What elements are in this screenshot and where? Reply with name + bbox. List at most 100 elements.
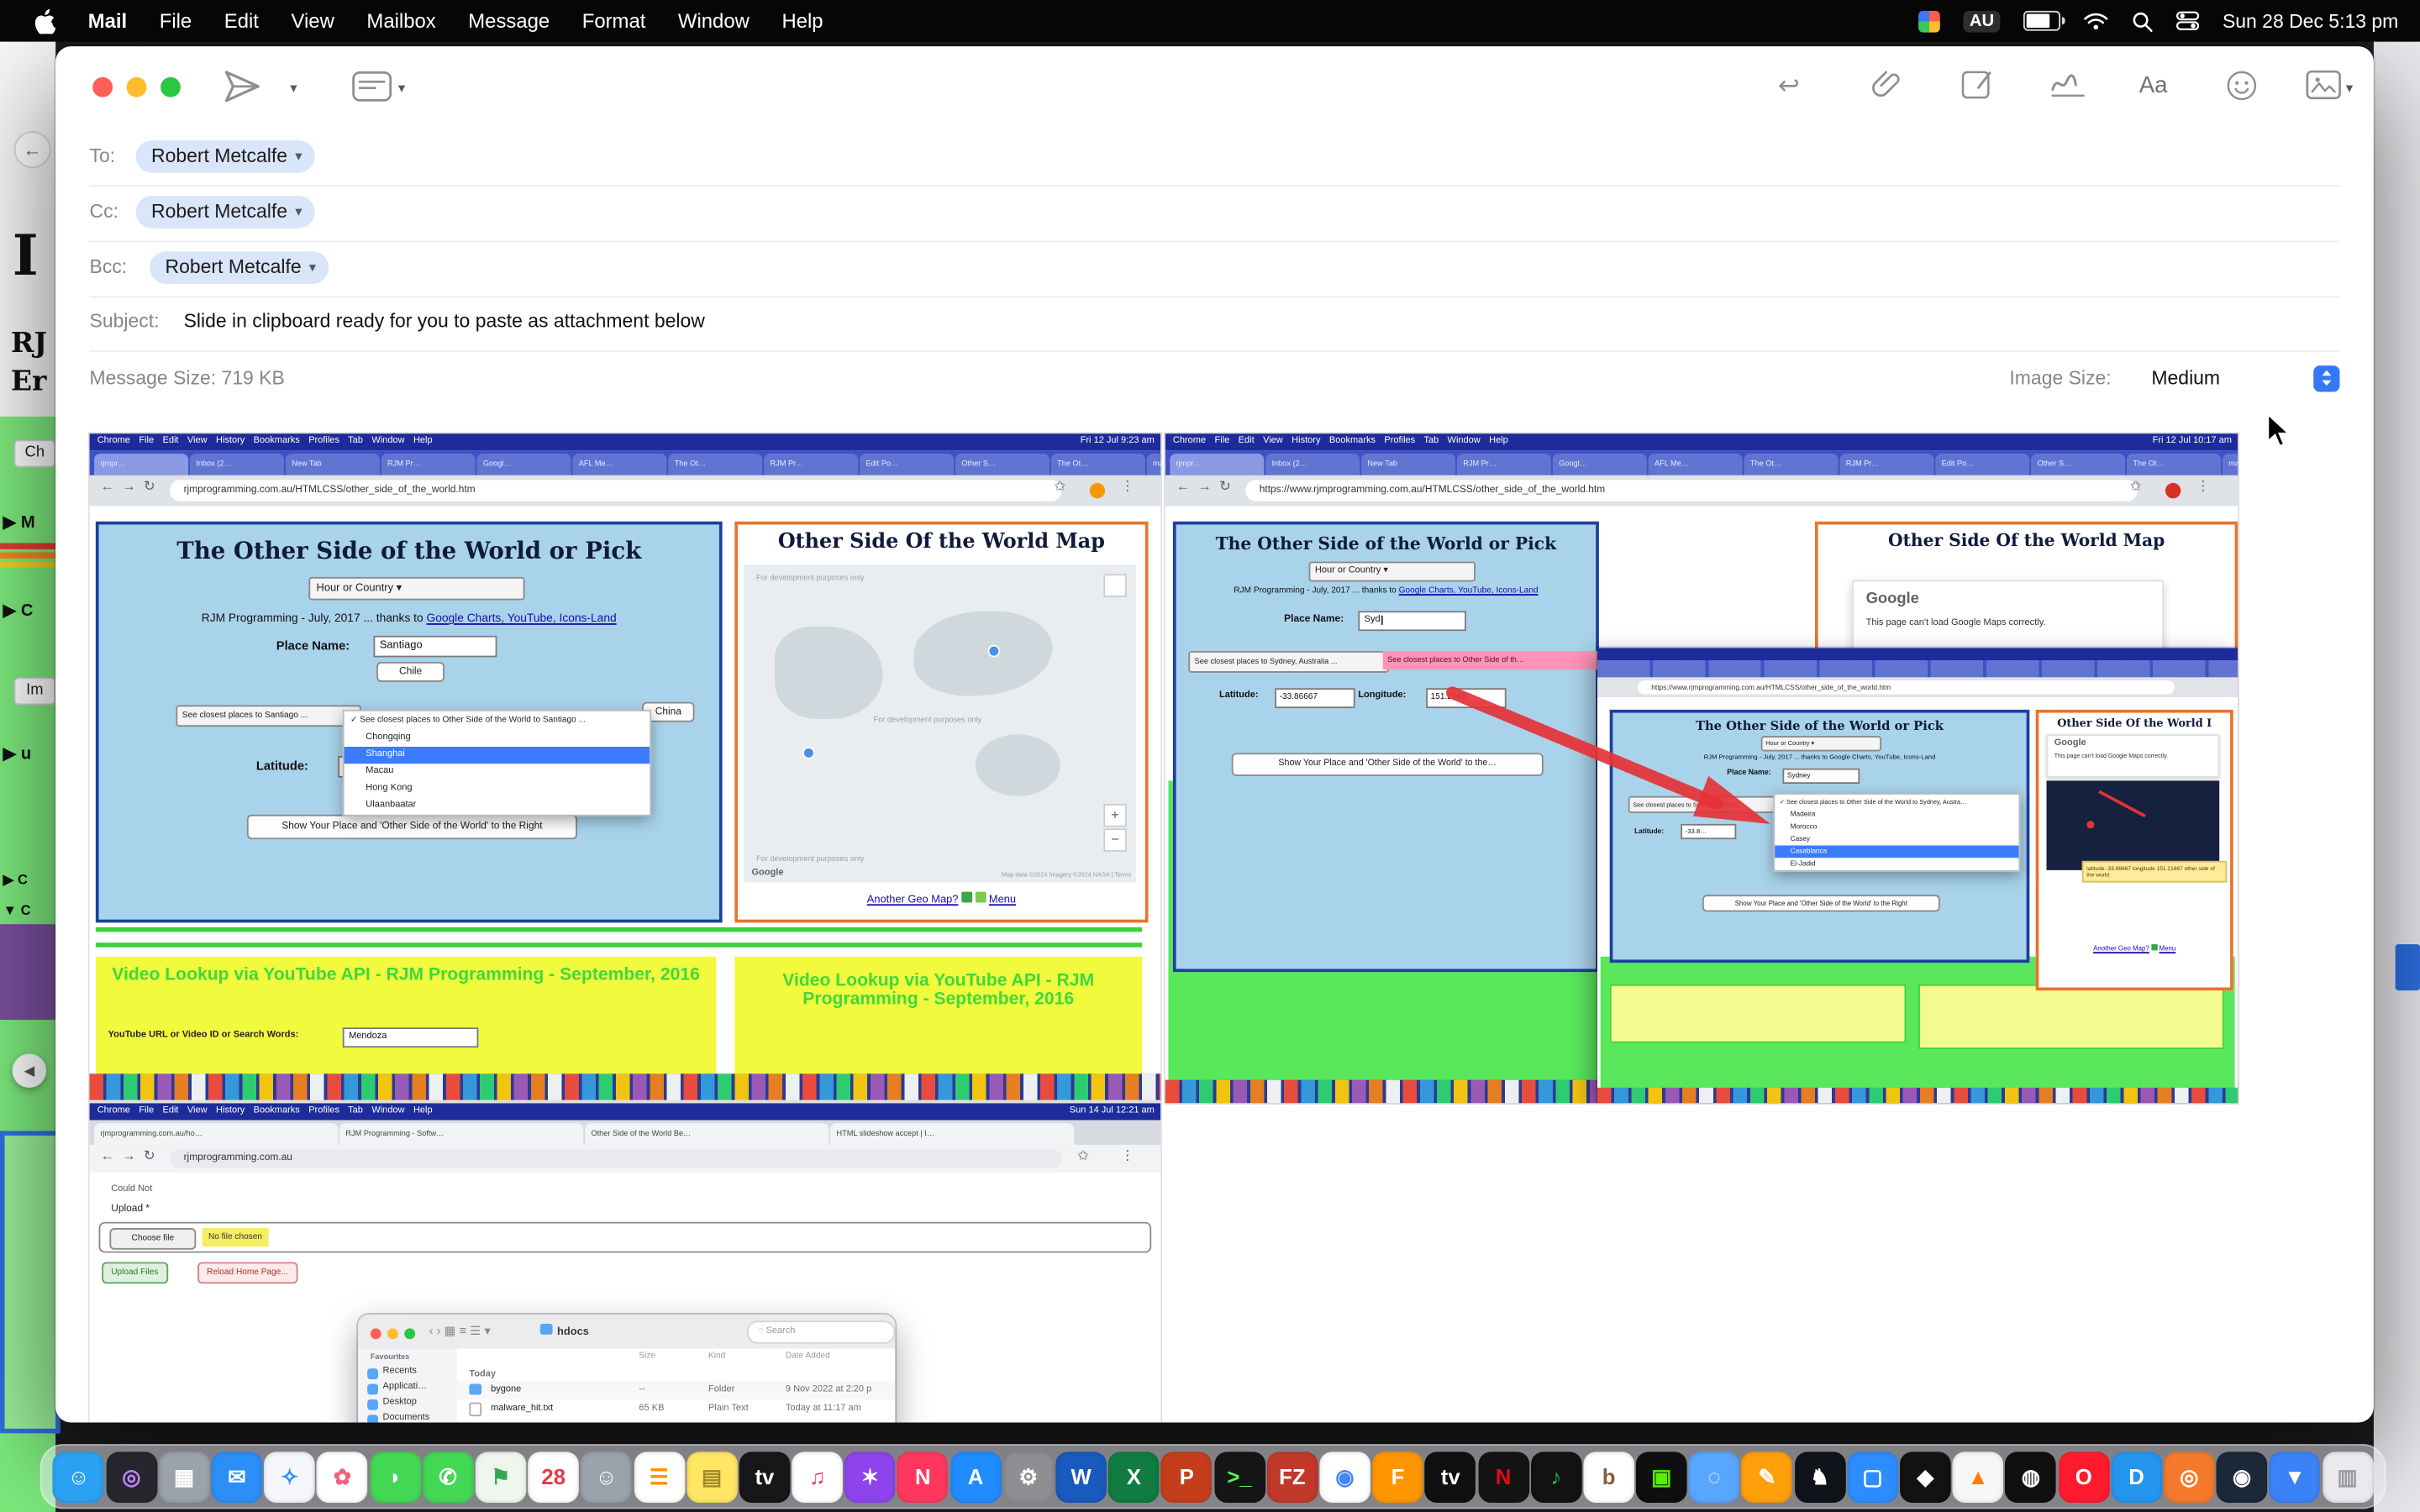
finder-sidebar-item[interactable]: Documents: [358, 1410, 457, 1423]
browser-tab[interactable]: RJM Pr…: [1839, 454, 1933, 475]
finder-row[interactable]: bygone--Folder9 Nov 2022 at 2:20 p: [457, 1381, 896, 1399]
dock-icon[interactable]: ⚙: [1003, 1451, 1055, 1502]
zoom-out-button[interactable]: −: [1103, 828, 1127, 852]
header-fields-button[interactable]: [352, 71, 392, 109]
video-search-input[interactable]: Mendoza: [343, 1027, 479, 1047]
profile-avatar[interactable]: [2165, 483, 2181, 498]
background-im-chip[interactable]: Im: [14, 677, 56, 705]
finder-row[interactable]: malware_hit.txt65 KBPlain TextToday at 1…: [457, 1399, 896, 1418]
close-window-button[interactable]: [92, 77, 113, 97]
extensions-icon[interactable]: ✩: [1054, 478, 1065, 495]
credit-links[interactable]: Google Charts, YouTube, Icons-Land: [426, 611, 616, 625]
dock-icon[interactable]: F: [1372, 1451, 1423, 1502]
dropdown-item[interactable]: Macau: [345, 764, 650, 780]
dock-icon[interactable]: ◉: [2217, 1451, 2268, 1502]
dropdown-item[interactable]: Casey: [1775, 833, 2018, 846]
dock-icon[interactable]: N: [1478, 1451, 1529, 1502]
dock-icon[interactable]: ◎: [106, 1451, 157, 1502]
menu-bar-item[interactable]: Format: [582, 9, 646, 33]
dock-icon[interactable]: ♫: [792, 1451, 843, 1502]
overflow-menu-icon[interactable]: ⋮: [1120, 478, 1134, 495]
reload-icon[interactable]: ↻: [144, 478, 155, 495]
finder-close-button[interactable]: [371, 1328, 381, 1339]
geo-map-link[interactable]: Another Geo Map?: [2093, 944, 2149, 952]
browser-tab[interactable]: RJM Pr…: [381, 454, 476, 475]
zoom-window-button[interactable]: [160, 77, 181, 97]
shot3-place-input[interactable]: Syd: [1358, 611, 1466, 631]
shot3-url-bar[interactable]: https://www.rjmprogramming.com.au/HTMLCS…: [1245, 480, 2138, 501]
overflow-menu-icon[interactable]: ⋮: [2196, 478, 2211, 495]
menu-bar-item[interactable]: Mailbox: [366, 9, 435, 33]
column-header-kind[interactable]: Kind: [708, 1352, 725, 1361]
attachment-screenshot-4[interactable]: https://www.rjmprogramming.com.au/HTMLCS…: [1597, 648, 2238, 1103]
finder-sidebar-item[interactable]: Applicati…: [358, 1379, 457, 1394]
dropdown-item-selected[interactable]: Casablanca: [1775, 846, 2018, 858]
dock-icon[interactable]: ✧: [264, 1451, 315, 1502]
browser-tab[interactable]: Other S…: [2031, 454, 2125, 475]
dock-icon[interactable]: ◍: [2006, 1451, 2057, 1502]
shot2-file-input[interactable]: Choose file No file chosen: [99, 1222, 1152, 1253]
shot4-url-bar[interactable]: https://www.rjmprogramming.com.au/HTMLCS…: [1638, 680, 2175, 695]
shot3-hour-select[interactable]: Hour or Country ▾: [1309, 562, 1476, 582]
dropdown-item[interactable]: Chongqing: [345, 730, 650, 747]
menu-bar-item[interactable]: Window: [678, 9, 750, 33]
browser-tab[interactable]: The Ot…: [668, 454, 762, 475]
undo-button[interactable]: ↩: [1778, 71, 1800, 102]
control-center-icon[interactable]: [2176, 11, 2200, 31]
forward-icon[interactable]: →: [1197, 478, 1212, 493]
subject-field[interactable]: Slide in clipboard ready for you to past…: [184, 310, 705, 332]
shot1-hour-select[interactable]: Hour or Country ▾: [308, 577, 524, 601]
shot3-lat-input[interactable]: -33.86667: [1275, 688, 1355, 708]
color-grid-icon[interactable]: [1918, 10, 1940, 32]
dock-icon[interactable]: tv: [739, 1451, 791, 1502]
fullscreen-icon[interactable]: [1103, 574, 1127, 597]
map-marker[interactable]: [988, 645, 1001, 658]
dock-icon[interactable]: N: [897, 1451, 949, 1502]
dock-icon[interactable]: ♞: [1794, 1451, 1845, 1502]
format-pane-button[interactable]: [1960, 68, 1994, 110]
dock-icon[interactable]: ◗: [370, 1451, 421, 1502]
signature-button[interactable]: [2049, 71, 2086, 106]
reload-home-button[interactable]: Reload Home Page...: [197, 1262, 297, 1284]
credit-links[interactable]: Google Charts, YouTube, Icons-Land: [1399, 586, 1539, 596]
forward-icon[interactable]: →: [122, 1148, 136, 1163]
dock-icon[interactable]: ▤: [687, 1451, 738, 1502]
dropdown-header[interactable]: ✓ See closest places to Other Side of th…: [1775, 795, 2018, 809]
menu-bar-item[interactable]: File: [160, 9, 192, 33]
browser-tab[interactable]: Googl…: [477, 454, 571, 475]
menu-bar-item[interactable]: Message: [468, 9, 550, 33]
shot3-closest-select[interactable]: See closest places to Sydney, Australia …: [1188, 651, 1389, 673]
dock-icon[interactable]: ◎: [2164, 1451, 2215, 1502]
dock-icon[interactable]: >_: [1214, 1451, 1265, 1502]
upload-files-button[interactable]: Upload Files: [102, 1262, 167, 1284]
dock-icon[interactable]: ✎: [1742, 1451, 1793, 1502]
shot4-show-button[interactable]: Show Your Place and 'Other Side of the W…: [1702, 895, 1940, 911]
dock-icon[interactable]: ◉: [1319, 1451, 1370, 1502]
bcc-recipient-token[interactable]: Robert Metcalfe▾: [150, 251, 329, 284]
star-icon[interactable]: ✩: [1077, 1148, 1089, 1165]
browser-tab[interactable]: Inbox (2…: [1265, 454, 1360, 475]
background-tree-item-c3[interactable]: ▼ C: [3, 902, 31, 917]
menu-link[interactable]: Menu: [989, 895, 1016, 906]
dock-icon[interactable]: tv: [1425, 1451, 1476, 1502]
browser-tab[interactable]: The Ot…: [2127, 454, 2221, 475]
browser-tab[interactable]: AFL Me…: [1649, 454, 1743, 475]
browser-tab[interactable]: RJM Pr…: [764, 454, 858, 475]
dock-icon[interactable]: X: [1108, 1451, 1160, 1502]
background-ch-chip[interactable]: Ch: [14, 439, 56, 467]
dock-icon[interactable]: ◌: [1689, 1451, 1740, 1502]
dock-icon[interactable]: A: [950, 1451, 1002, 1502]
to-recipient-token[interactable]: Robert Metcalfe▾: [136, 140, 315, 173]
input-source-badge[interactable]: AU: [1964, 10, 2001, 32]
search-icon[interactable]: [2132, 10, 2154, 32]
dock-icon[interactable]: ✆: [423, 1451, 474, 1502]
dock-icon[interactable]: FZ: [1267, 1451, 1318, 1502]
finder-sidebar-item[interactable]: Desktop: [358, 1394, 457, 1410]
minimize-window-button[interactable]: [127, 77, 147, 97]
dock-icon[interactable]: W: [1055, 1451, 1107, 1502]
image-size-popup[interactable]: Medium: [2151, 361, 2339, 395]
browser-tab[interactable]: Other Side of the World Be…: [585, 1123, 829, 1145]
menu-bar-item[interactable]: View: [292, 9, 334, 33]
profile-avatar[interactable]: [1090, 483, 1105, 498]
shot1-closest-select[interactable]: See closest places to Santiago ...: [176, 705, 360, 727]
